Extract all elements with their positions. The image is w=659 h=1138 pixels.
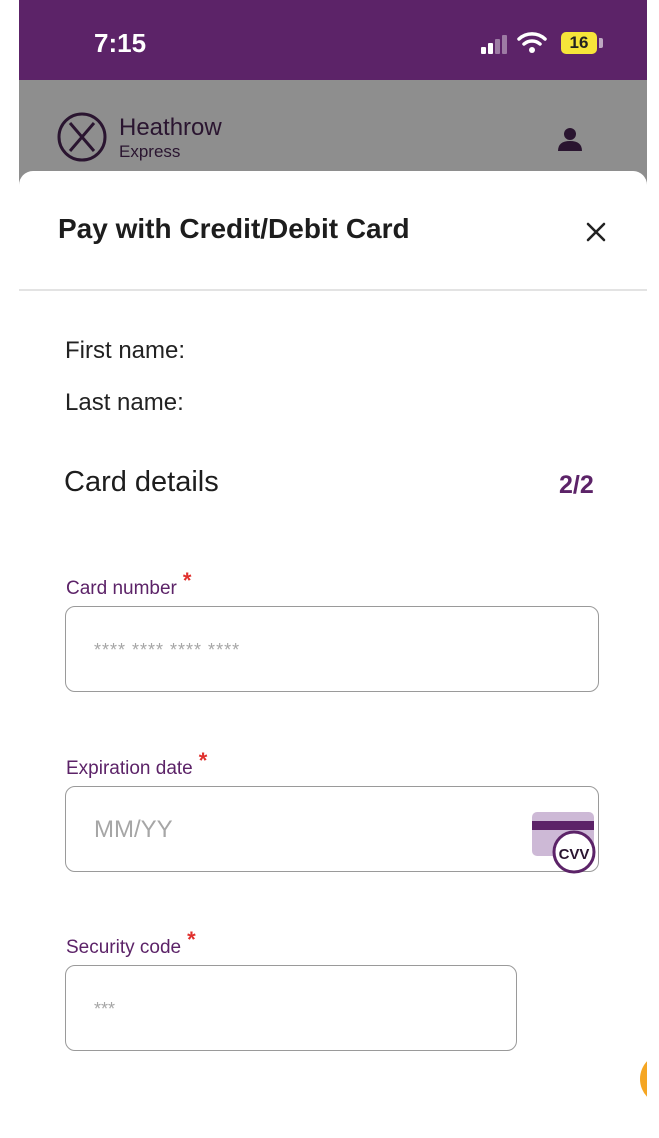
close-icon[interactable] bbox=[579, 215, 613, 249]
phone-screen: 7:15 16 Heathrow Express Pay with Credit… bbox=[19, 0, 647, 1138]
brand-name: Heathrow bbox=[119, 114, 222, 141]
security-code-input[interactable] bbox=[92, 966, 496, 1052]
card-number-label-text: Card number bbox=[66, 578, 177, 599]
cvv-badge-text: CVV bbox=[559, 846, 590, 863]
card-number-label: Card number * bbox=[66, 568, 191, 600]
sheet-title: Pay with Credit/Debit Card bbox=[58, 213, 410, 244]
last-name-label: Last name: bbox=[65, 389, 184, 416]
user-account-icon[interactable] bbox=[556, 125, 584, 153]
security-code-label: Security code * bbox=[66, 927, 196, 959]
payment-sheet: Pay with Credit/Debit Card First name: L… bbox=[19, 171, 647, 1138]
battery-icon: 16 bbox=[561, 32, 597, 54]
card-number-input[interactable] bbox=[92, 607, 576, 693]
wifi-icon bbox=[517, 32, 547, 53]
card-details-heading: Card details bbox=[64, 466, 219, 498]
status-bar: 7:15 16 bbox=[19, 0, 647, 80]
step-indicator: 2/2 bbox=[559, 471, 594, 499]
expiration-date-input[interactable] bbox=[92, 787, 576, 873]
battery-tip bbox=[599, 38, 603, 48]
security-code-label-text: Security code bbox=[66, 937, 182, 958]
expiration-date-label: Expiration date * bbox=[66, 748, 207, 780]
first-name-label: First name: bbox=[65, 337, 186, 364]
card-number-field[interactable] bbox=[65, 606, 599, 693]
required-marker: * bbox=[198, 748, 208, 773]
required-marker: * bbox=[187, 927, 196, 952]
security-code-field[interactable] bbox=[65, 965, 517, 1052]
status-time: 7:15 bbox=[94, 28, 147, 58]
required-marker: * bbox=[182, 568, 192, 593]
expiration-date-field[interactable] bbox=[65, 786, 599, 873]
cvv-help-icon[interactable]: CVV bbox=[530, 808, 600, 874]
cellular-signal-icon bbox=[481, 34, 509, 54]
expiration-date-label-text: Expiration date bbox=[66, 758, 193, 779]
sheet-header: Pay with Credit/Debit Card bbox=[19, 171, 647, 291]
brand-subtitle: Express bbox=[119, 142, 181, 161]
heathrow-express-logo-icon bbox=[57, 112, 107, 162]
